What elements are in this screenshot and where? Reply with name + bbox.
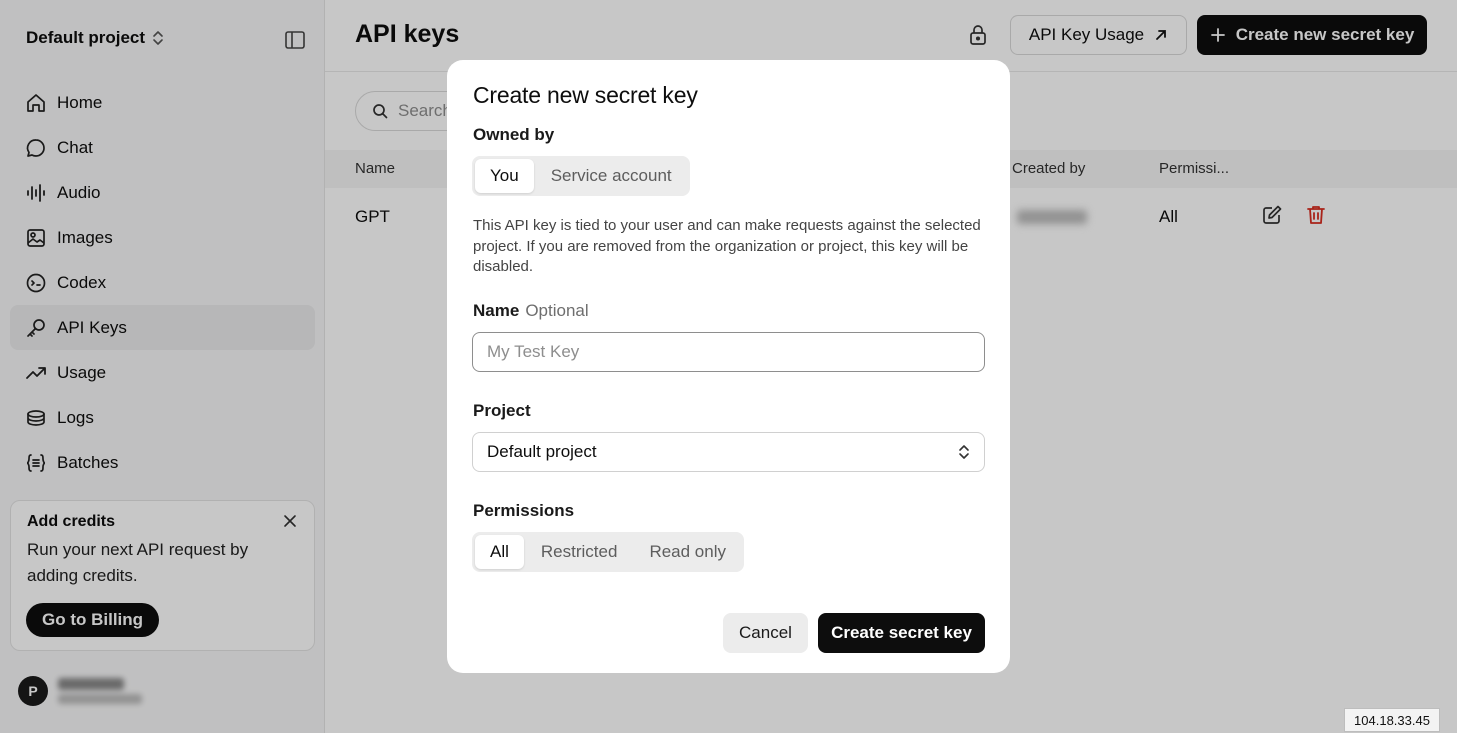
- permissions-toggle: All Restricted Read only: [472, 532, 744, 572]
- ip-address-badge: 104.18.33.45: [1344, 708, 1440, 732]
- owned-by-you-option[interactable]: You: [475, 159, 534, 193]
- permission-all-option[interactable]: All: [475, 535, 524, 569]
- project-select[interactable]: Default project: [472, 432, 985, 472]
- owned-by-toggle: You Service account: [472, 156, 690, 196]
- project-select-value: Default project: [487, 442, 597, 461]
- name-label-text: Name: [473, 301, 520, 320]
- key-name-input[interactable]: [472, 332, 985, 372]
- optional-hint: Optional: [525, 301, 589, 320]
- cancel-button[interactable]: Cancel: [723, 613, 808, 653]
- owner-description: This API key is tied to your user and ca…: [473, 217, 981, 275]
- project-label: Project: [473, 401, 531, 420]
- create-secret-key-dialog: Create new secret key Owned by You Servi…: [447, 60, 1010, 673]
- dialog-title: Create new secret key: [473, 82, 698, 108]
- owned-by-service-account-option[interactable]: Service account: [536, 159, 687, 193]
- owned-by-label: Owned by: [473, 125, 555, 144]
- name-label: Name Optional: [473, 301, 589, 321]
- create-secret-key-button[interactable]: Create secret key: [818, 613, 985, 653]
- chevron-up-down-icon: [959, 445, 969, 459]
- permissions-label: Permissions: [473, 501, 575, 520]
- permission-read-only-option[interactable]: Read only: [634, 535, 741, 569]
- permission-restricted-option[interactable]: Restricted: [526, 535, 633, 569]
